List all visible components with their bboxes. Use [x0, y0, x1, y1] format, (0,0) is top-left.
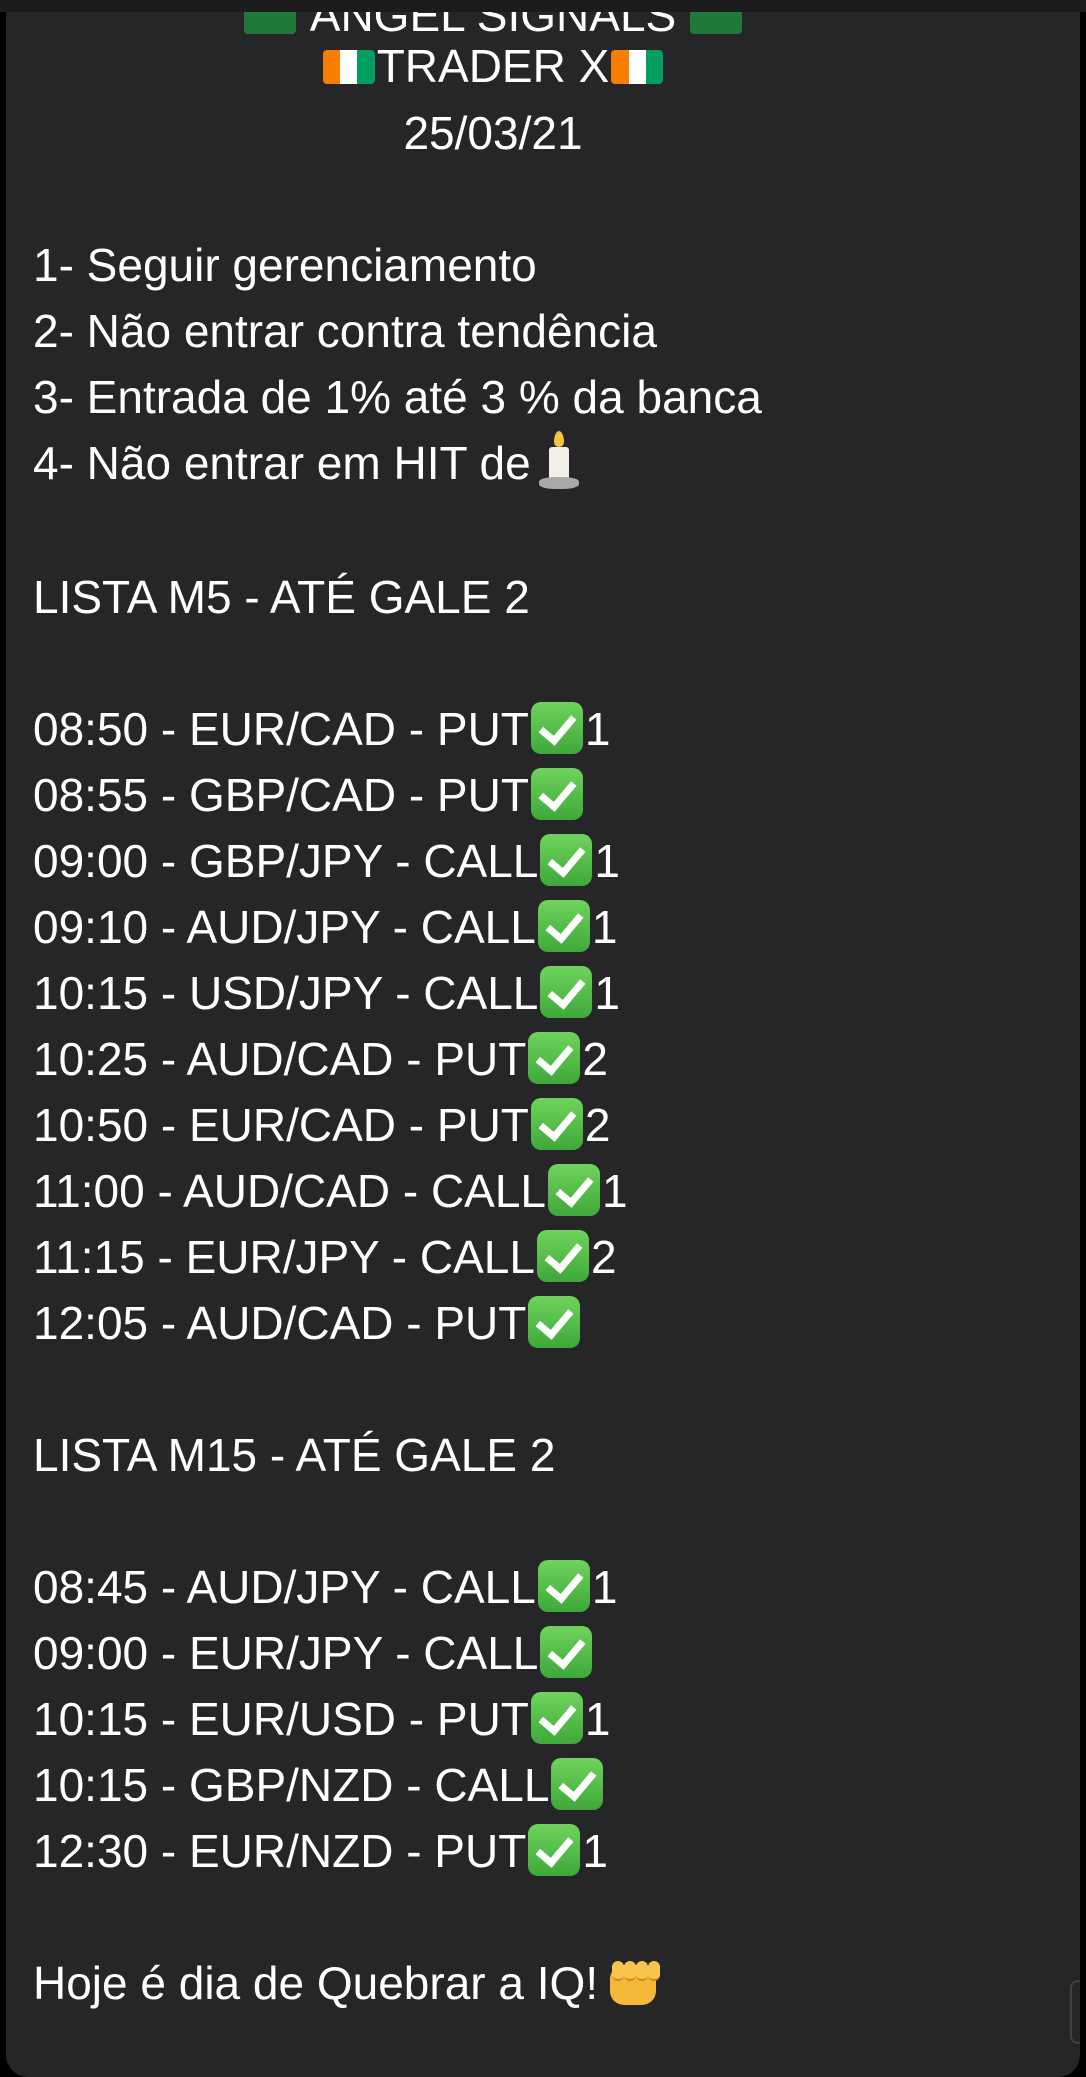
- list-item: 11:15 - EUR/JPY - CALL 2: [33, 1224, 617, 1290]
- list-item: 08:45 - AUD/JPY - CALL 1: [33, 1554, 617, 1620]
- signal-text: 10:15 - USD/JPY - CALL: [33, 967, 539, 1019]
- check-mark-icon: [528, 1032, 581, 1084]
- gale-count: 2: [582, 1033, 608, 1085]
- closing-text: Hoje é dia de Quebrar a IQ!: [33, 1957, 599, 2009]
- signal-text: 10:15 - GBP/NZD - CALL: [33, 1759, 550, 1811]
- check-mark-icon: [530, 702, 583, 754]
- check-mark-icon: [530, 1098, 583, 1150]
- gale-count: 1: [584, 703, 611, 755]
- rule-1: 1- Seguir gerenciamento: [33, 239, 537, 291]
- signal-text: 09:00 - GBP/JPY - CALL: [33, 835, 539, 887]
- check-mark-icon: [540, 1626, 593, 1678]
- title-text: TRADER X: [376, 40, 610, 92]
- signal-text: 12:05 - AUD/CAD - PUT: [33, 1297, 527, 1349]
- check-mark-icon: [551, 1758, 604, 1810]
- list-m5-title: LISTA M5 - ATÉ GALE 2: [33, 571, 530, 623]
- gale-count: 1: [584, 1693, 611, 1745]
- date-text: 25/03/21: [403, 107, 583, 159]
- list-item: 12:30 - EUR/NZD - PUT 1: [33, 1818, 608, 1884]
- check-mark-icon: [536, 1230, 589, 1282]
- signal-text: 10:25 - AUD/CAD - PUT: [33, 1033, 527, 1085]
- rule-2: 2- Não entrar contra tendência: [33, 305, 657, 357]
- signal-text: 08:55 - GBP/CAD - PUT: [33, 769, 529, 821]
- gale-count: 2: [590, 1231, 617, 1283]
- check-mark-icon: [540, 834, 593, 886]
- list-item: 12:05 - AUD/CAD - PUT: [33, 1290, 582, 1356]
- check-mark-icon: [530, 768, 583, 820]
- list-item: 11:00 - AUD/CAD - CALL 1: [33, 1158, 628, 1224]
- list-item: 10:50 - EUR/CAD - PUT 2: [33, 1092, 611, 1158]
- signal-text: 12:30 - EUR/NZD - PUT: [33, 1825, 527, 1877]
- message-bubble[interactable]: ANGEL SIGNALS TRADER X 25/03/21 1- Segui…: [6, 12, 1080, 2077]
- rule-3: 3- Entrada de 1% até 3 % da banca: [33, 371, 762, 423]
- check-mark-icon: [540, 966, 593, 1018]
- gale-count: 1: [602, 1165, 628, 1217]
- title-line: TRADER X: [6, 33, 980, 99]
- gale-count: 1: [582, 1825, 608, 1877]
- check-mark-icon: [537, 900, 590, 952]
- signal-text: 09:10 - AUD/JPY - CALL: [33, 901, 536, 953]
- list-item: 09:00 - GBP/JPY - CALL 1: [33, 828, 620, 894]
- list-item: 10:15 - GBP/NZD - CALL: [33, 1752, 605, 1818]
- check-mark-icon: [530, 1692, 583, 1744]
- signal-text: 08:50 - EUR/CAD - PUT: [33, 703, 529, 755]
- list-item: 08:50 - EUR/CAD - PUT 1: [33, 696, 611, 762]
- candle-icon: [537, 431, 581, 491]
- green-flag-icon: [243, 12, 296, 34]
- signal-text: 09:00 - EUR/JPY - CALL: [33, 1627, 539, 1679]
- list-item: 08:55 - GBP/CAD - PUT: [33, 762, 585, 828]
- list-m15-title: LISTA M15 - ATÉ GALE 2: [33, 1429, 556, 1481]
- gale-count: 1: [594, 967, 620, 1019]
- check-mark-icon: [548, 1164, 601, 1216]
- closing-line: Hoje é dia de Quebrar a IQ!: [33, 1950, 661, 2016]
- list-item: 10:25 - AUD/CAD - PUT 2: [33, 1026, 608, 1092]
- list-item: 10:15 - EUR/USD - PUT 1: [33, 1686, 611, 1752]
- scroll-indicator: [1070, 1980, 1080, 2044]
- signal-text: 10:15 - EUR/USD - PUT: [33, 1693, 529, 1745]
- check-mark-icon: [537, 1560, 590, 1612]
- list-item: 10:15 - USD/JPY - CALL 1: [33, 960, 620, 1026]
- top-strip: [0, 0, 1086, 12]
- signal-text: 11:00 - AUD/CAD - CALL: [33, 1165, 547, 1217]
- signal-text: 11:15 - EUR/JPY - CALL: [33, 1231, 535, 1283]
- check-mark-icon: [528, 1824, 581, 1876]
- list-item: 09:10 - AUD/JPY - CALL 1: [33, 894, 617, 960]
- list-item: 09:00 - EUR/JPY - CALL: [33, 1620, 594, 1686]
- gale-count: 1: [591, 901, 618, 953]
- check-mark-icon: [528, 1296, 581, 1348]
- ivory-coast-flag-icon: [322, 50, 375, 84]
- rule-4-text: 4- Não entrar em HIT de: [33, 437, 531, 489]
- gale-count: 1: [591, 1561, 618, 1613]
- ivory-coast-flag-icon: [611, 50, 664, 84]
- signal-text: 08:45 - AUD/JPY - CALL: [33, 1561, 536, 1613]
- gale-count: 1: [594, 835, 620, 887]
- signal-text: 10:50 - EUR/CAD - PUT: [33, 1099, 529, 1151]
- green-flag-icon: [690, 12, 743, 34]
- gale-count: 2: [584, 1099, 611, 1151]
- rule-4: 4- Não entrar em HIT de: [33, 430, 581, 496]
- oncoming-fist-icon: [604, 1957, 661, 2009]
